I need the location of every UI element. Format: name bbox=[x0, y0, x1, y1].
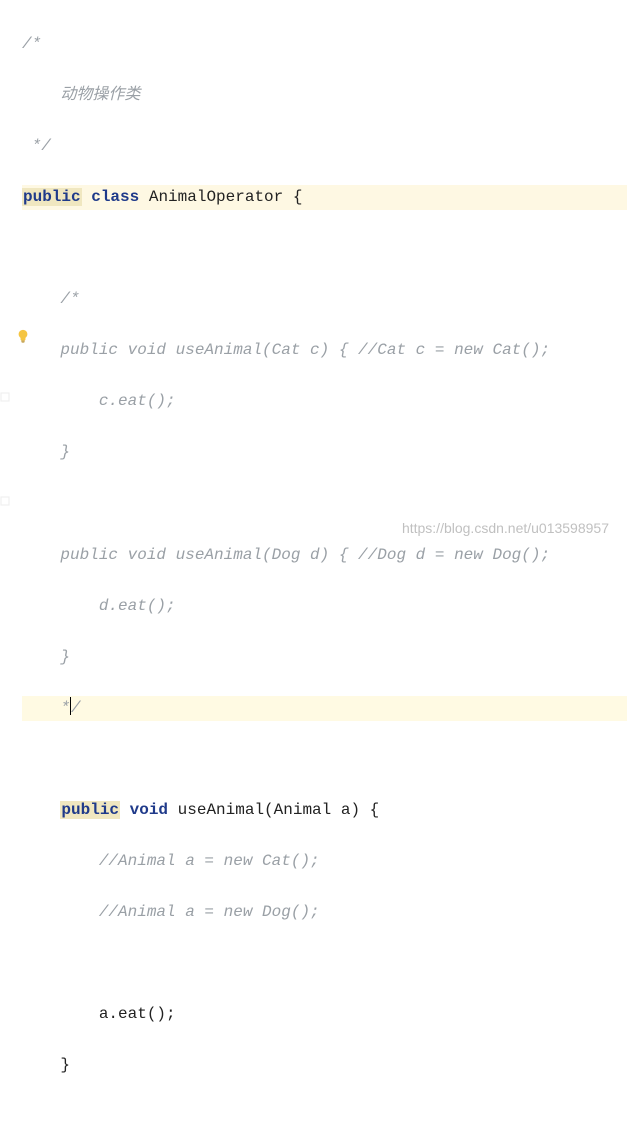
line-comment: //Animal a = new Cat(); bbox=[22, 852, 320, 870]
block-comment: /* bbox=[22, 290, 80, 308]
comment-close: */ bbox=[22, 137, 51, 155]
comment-open: /* bbox=[22, 35, 41, 53]
commented-code: public void useAnimal(Cat c) { //Cat c =… bbox=[22, 341, 550, 359]
class-decl: AnimalOperator { bbox=[139, 188, 302, 206]
editor-gutter bbox=[0, 0, 22, 561]
keyword-void: void bbox=[130, 801, 168, 819]
gutter-mark-1 bbox=[0, 386, 10, 396]
class-doc: 动物操作类 bbox=[60, 86, 140, 104]
statement: a.eat(); bbox=[22, 1005, 176, 1023]
block-comment-end: * bbox=[22, 699, 70, 717]
line-comment: //Animal a = new Dog(); bbox=[22, 903, 320, 921]
commented-code: c.eat(); bbox=[22, 392, 176, 410]
commented-code: } bbox=[22, 648, 70, 666]
keyword-public: public bbox=[60, 801, 120, 819]
lightbulb-icon[interactable] bbox=[16, 327, 30, 341]
gutter-mark-2 bbox=[0, 490, 10, 500]
method-decl: useAnimal(Animal a) { bbox=[168, 801, 379, 819]
code-editor[interactable]: /* 动物操作类 */ public class AnimalOperator … bbox=[0, 0, 627, 1122]
watermark-text: https://blog.csdn.net/u013598957 bbox=[402, 517, 609, 539]
close-brace: } bbox=[22, 1056, 70, 1074]
keyword-class: class bbox=[91, 188, 139, 206]
commented-code: } bbox=[22, 443, 70, 461]
commented-code: d.eat(); bbox=[22, 597, 176, 615]
indent bbox=[22, 86, 60, 104]
keyword-public: public bbox=[22, 188, 82, 206]
